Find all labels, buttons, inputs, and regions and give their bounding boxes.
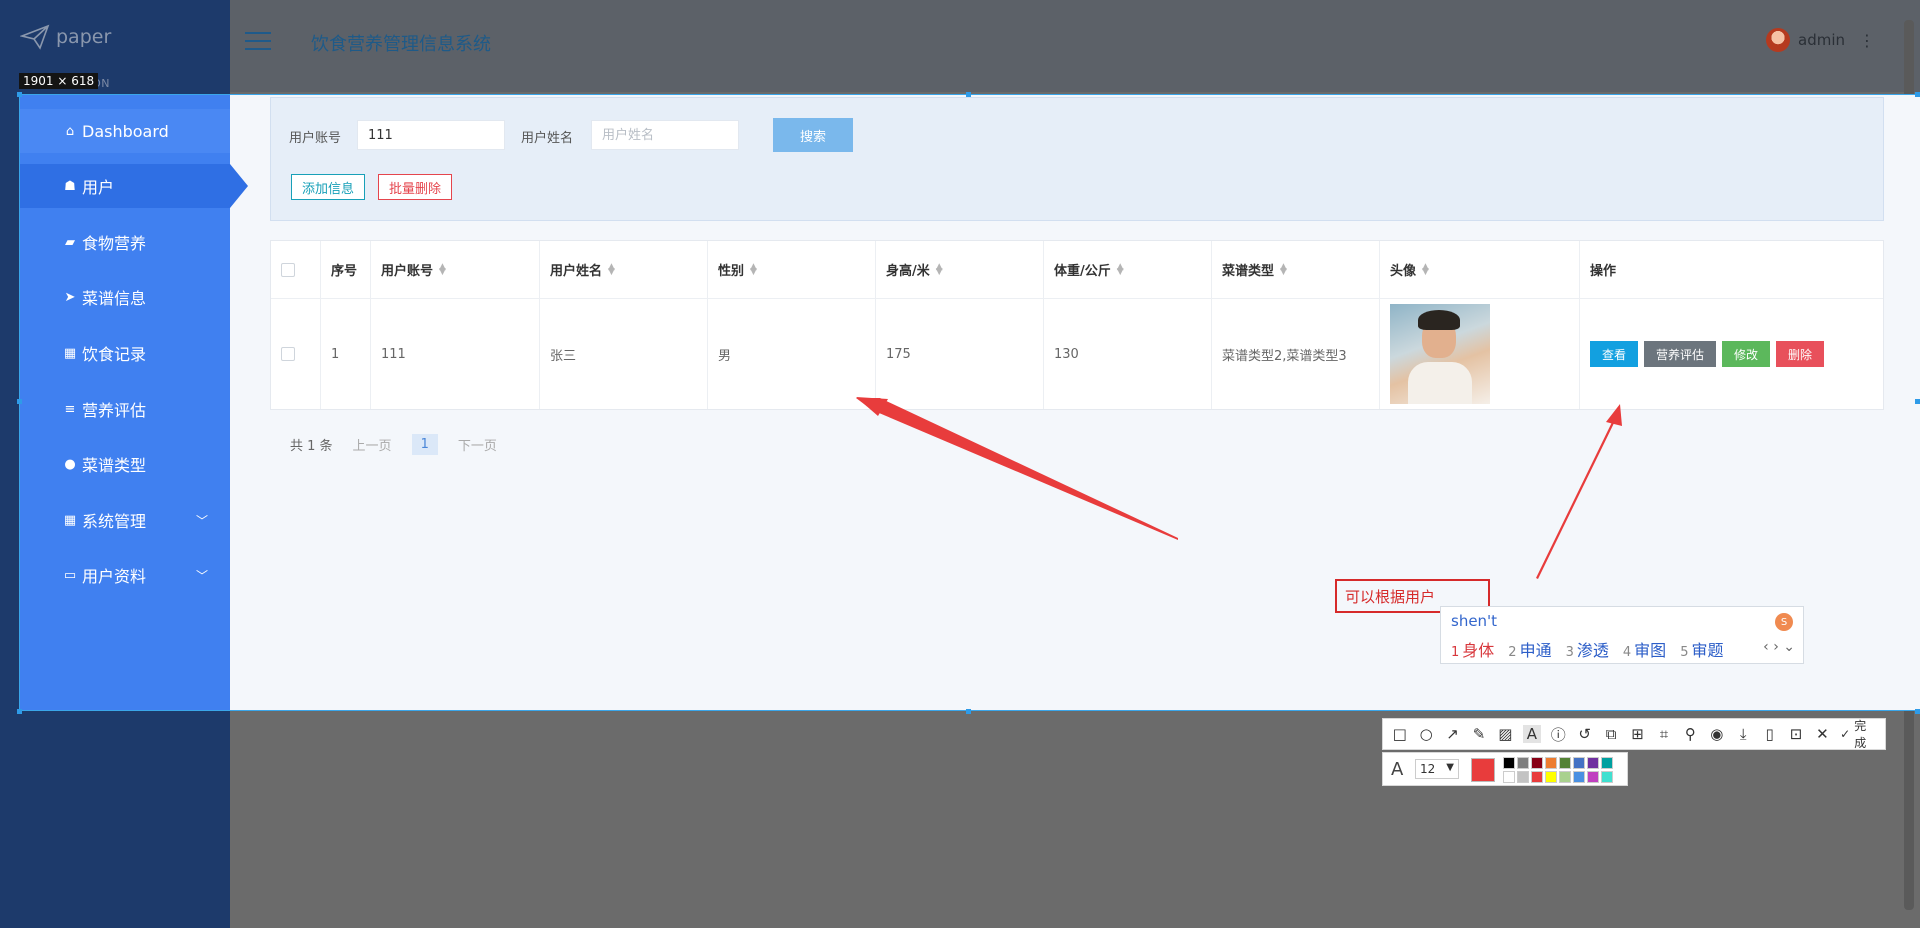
undo-icon[interactable]: ↺ [1576, 725, 1593, 743]
color-swatch[interactable] [1517, 771, 1529, 783]
color-palette [1503, 757, 1613, 783]
ime-candidates: 1 身体 2 申通 3 渗透 4 审图 5 审题 [1451, 637, 1723, 661]
arrow-tool-icon[interactable]: ↗ [1444, 725, 1461, 743]
ime-page-nav-icon[interactable]: ‹ › ⌄ [1763, 639, 1795, 655]
ocr-icon[interactable]: ⧉ [1602, 725, 1619, 743]
color-swatch[interactable] [1587, 757, 1599, 769]
color-swatch[interactable] [1545, 771, 1557, 783]
color-swatch[interactable] [1531, 771, 1543, 783]
done-button[interactable]: ✓ 完成 [1840, 717, 1877, 751]
color-swatch[interactable] [1503, 757, 1515, 769]
color-swatch[interactable] [1601, 757, 1613, 769]
ime-candidate[interactable]: 3 渗透 [1566, 637, 1609, 661]
download-icon[interactable]: ⤓ [1734, 725, 1751, 743]
mosaic-tool-icon[interactable]: ▨ [1497, 725, 1514, 743]
ime-candidate-window[interactable]: shen't S 1 身体 2 申通 3 渗透 4 审图 5 审题 ‹ › ⌄ [1440, 606, 1804, 664]
color-swatch[interactable] [1573, 757, 1585, 769]
scan-icon[interactable]: ⌗ [1655, 725, 1672, 743]
rectangle-tool-icon[interactable]: □ [1391, 725, 1408, 743]
color-swatch[interactable] [1559, 771, 1571, 783]
font-size-select[interactable]: 12 ▼ [1415, 759, 1459, 779]
text-style-bar: A 12 ▼ [1382, 752, 1628, 786]
ime-composition: shen't [1451, 612, 1498, 630]
bookmark-icon[interactable]: ⊡ [1787, 725, 1804, 743]
color-swatch[interactable] [1545, 757, 1557, 769]
color-swatch[interactable] [1573, 771, 1585, 783]
screenshot-toolbar: □ ○ ↗ ✎ ▨ A ⓘ ↺ ⧉ ⊞ ⌗ ⚲ ◉ ⤓ ▯ ⊡ ✕ ✓ 完成 [1382, 718, 1886, 750]
color-swatch[interactable] [1503, 771, 1515, 783]
arrow-to-actions [1536, 418, 1616, 579]
text-tool-icon[interactable]: A [1523, 725, 1541, 743]
color-swatch[interactable] [1601, 771, 1613, 783]
ellipse-tool-icon[interactable]: ○ [1417, 725, 1434, 743]
ime-candidate[interactable]: 1 身体 [1451, 637, 1494, 661]
color-swatch[interactable] [1517, 757, 1529, 769]
phone-icon[interactable]: ▯ [1761, 725, 1778, 743]
pen-tool-icon[interactable]: ✎ [1470, 725, 1487, 743]
ime-candidate[interactable]: 4 审图 [1623, 637, 1666, 661]
number-tool-icon[interactable]: ⓘ [1550, 724, 1567, 745]
chevron-down-icon: ▼ [1446, 762, 1454, 773]
record-icon[interactable]: ◉ [1708, 725, 1725, 743]
font-icon: A [1391, 759, 1404, 780]
ime-candidate[interactable]: 5 审题 [1680, 637, 1723, 661]
arrowhead-icon [1606, 404, 1622, 426]
arrow-to-table-row [856, 398, 1178, 540]
current-color-swatch[interactable] [1471, 758, 1495, 782]
color-swatch[interactable] [1531, 757, 1543, 769]
pin-icon[interactable]: ⚲ [1682, 725, 1699, 743]
translate-icon[interactable]: ⊞ [1629, 725, 1646, 743]
check-icon: ✓ [1840, 727, 1851, 741]
color-swatch[interactable] [1587, 771, 1599, 783]
ime-logo-icon: S [1775, 613, 1793, 631]
close-icon[interactable]: ✕ [1814, 725, 1831, 743]
ime-candidate[interactable]: 2 申通 [1508, 637, 1551, 661]
color-swatch[interactable] [1559, 757, 1571, 769]
annotation-arrows [856, 397, 1622, 579]
